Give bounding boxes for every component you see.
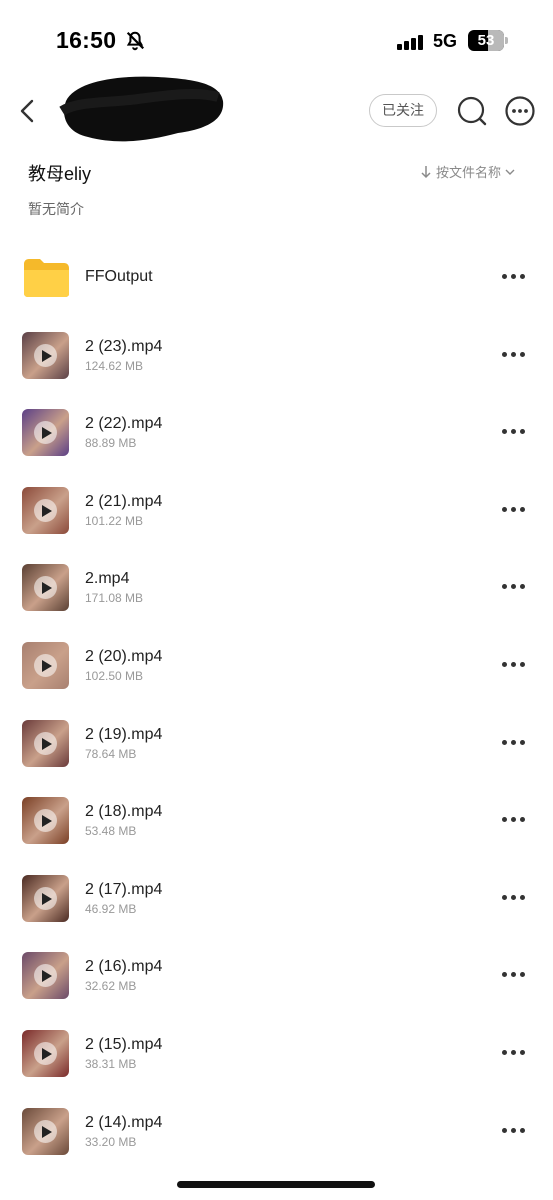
file-name: 2 (22).mp4 bbox=[85, 415, 163, 433]
cellular-signal-icon bbox=[397, 34, 425, 50]
play-icon bbox=[34, 731, 57, 755]
video-thumbnail bbox=[22, 1107, 69, 1155]
home-indicator[interactable] bbox=[177, 1181, 375, 1188]
file-name: 2 (23).mp4 bbox=[85, 337, 163, 355]
redacted-username-scribble bbox=[59, 76, 224, 142]
row-more-icon[interactable] bbox=[500, 814, 528, 826]
file-row[interactable]: 2 (17).mp4 46.92 MB bbox=[0, 859, 553, 937]
row-more-icon[interactable] bbox=[500, 969, 528, 981]
video-thumbnail bbox=[22, 486, 69, 534]
folder-row[interactable]: FFOutput bbox=[0, 238, 553, 316]
file-row[interactable]: 2 (20).mp4 102.50 MB bbox=[0, 626, 553, 704]
file-size: 78.64 MB bbox=[85, 746, 137, 761]
row-more-icon[interactable] bbox=[500, 426, 528, 438]
status-bar: 16:50 5G 53 bbox=[0, 0, 553, 80]
row-more-icon[interactable] bbox=[500, 271, 528, 283]
clock: 16:50 bbox=[56, 27, 117, 53]
file-name: 2 (21).mp4 bbox=[85, 492, 163, 510]
sort-label: 按文件名称 bbox=[436, 165, 502, 180]
video-thumbnail bbox=[22, 642, 69, 689]
file-size: 46.92 MB bbox=[85, 901, 137, 916]
file-name: 2 (16).mp4 bbox=[85, 958, 163, 976]
follow-button[interactable]: 已关注 bbox=[369, 94, 437, 127]
battery-percent: 53 bbox=[477, 32, 495, 49]
file-row[interactable]: 2 (22).mp4 88.89 MB bbox=[0, 393, 553, 471]
file-name: 2.mp4 bbox=[85, 570, 130, 588]
sort-control[interactable]: 按文件名称 bbox=[420, 162, 515, 181]
file-row[interactable]: 2 (18).mp4 53.48 MB bbox=[0, 781, 553, 859]
video-thumbnail bbox=[22, 409, 69, 457]
file-row[interactable]: 2 (23).mp4 124.62 MB bbox=[0, 316, 553, 394]
nav-bar: 已关注 bbox=[0, 76, 553, 150]
play-icon bbox=[34, 421, 57, 445]
file-row[interactable]: 2 (21).mp4 101.22 MB bbox=[0, 471, 553, 549]
row-more-icon[interactable] bbox=[500, 892, 528, 904]
row-more-icon[interactable] bbox=[500, 349, 528, 361]
file-size: 33.20 MB bbox=[85, 1134, 137, 1149]
arrow-down-icon bbox=[421, 165, 431, 178]
file-size: 53.48 MB bbox=[85, 824, 137, 839]
video-thumbnail bbox=[22, 874, 69, 922]
file-name: 2 (20).mp4 bbox=[85, 648, 163, 665]
file-size: 38.31 MB bbox=[85, 1057, 137, 1071]
search-icon[interactable] bbox=[456, 95, 488, 127]
row-more-icon[interactable] bbox=[500, 737, 528, 749]
file-name: 2 (14).mp4 bbox=[85, 1113, 163, 1131]
play-icon bbox=[34, 809, 57, 833]
file-size: 32.62 MB bbox=[85, 979, 137, 994]
row-more-icon[interactable] bbox=[500, 504, 528, 516]
play-icon bbox=[34, 1119, 57, 1143]
play-icon bbox=[34, 654, 57, 677]
play-icon bbox=[34, 343, 57, 367]
file-row[interactable]: 2 (16).mp4 32.62 MB bbox=[0, 936, 553, 1014]
video-thumbnail bbox=[22, 564, 69, 612]
video-thumbnail bbox=[22, 952, 69, 1000]
video-thumbnail bbox=[22, 331, 69, 379]
play-icon bbox=[34, 1042, 57, 1065]
file-row[interactable]: 2 (14).mp4 33.20 MB bbox=[0, 1092, 553, 1170]
file-row[interactable]: 2 (15).mp4 38.31 MB bbox=[0, 1014, 553, 1092]
file-size: 102.50 MB bbox=[85, 669, 144, 683]
file-name: FFOutput bbox=[85, 268, 153, 285]
file-size: 88.89 MB bbox=[85, 436, 137, 451]
play-icon bbox=[34, 576, 57, 600]
file-size: 124.62 MB bbox=[85, 358, 144, 373]
more-options-icon[interactable] bbox=[504, 95, 536, 127]
battery-icon: 53 bbox=[468, 30, 504, 51]
video-thumbnail bbox=[22, 1030, 69, 1077]
file-size: 171.08 MB bbox=[85, 591, 144, 606]
folder-intro: 暂无简介 bbox=[28, 201, 84, 217]
chevron-down-icon bbox=[505, 169, 515, 175]
file-row[interactable]: 2.mp4 171.08 MB bbox=[0, 548, 553, 626]
row-more-icon[interactable] bbox=[500, 1125, 528, 1137]
back-icon[interactable] bbox=[14, 97, 42, 125]
file-size: 101.22 MB bbox=[85, 513, 144, 528]
row-more-icon[interactable] bbox=[500, 581, 528, 593]
file-name: 2 (19).mp4 bbox=[85, 725, 163, 743]
play-icon bbox=[34, 964, 57, 988]
play-icon bbox=[34, 498, 57, 522]
network-type: 5G bbox=[433, 31, 458, 51]
file-row[interactable]: 2 (19).mp4 78.64 MB bbox=[0, 704, 553, 782]
folder-title: 教母eliy bbox=[28, 164, 92, 184]
row-more-icon[interactable] bbox=[500, 659, 528, 671]
video-thumbnail bbox=[22, 719, 69, 767]
row-more-icon[interactable] bbox=[500, 1047, 528, 1059]
file-name: 2 (15).mp4 bbox=[85, 1036, 163, 1053]
folder-icon bbox=[24, 259, 69, 297]
battery-cap bbox=[505, 37, 508, 44]
bell-muted-icon bbox=[126, 31, 145, 51]
play-icon bbox=[34, 886, 57, 910]
video-thumbnail bbox=[22, 797, 69, 845]
file-name: 2 (17).mp4 bbox=[85, 880, 163, 898]
file-name: 2 (18).mp4 bbox=[85, 803, 163, 821]
